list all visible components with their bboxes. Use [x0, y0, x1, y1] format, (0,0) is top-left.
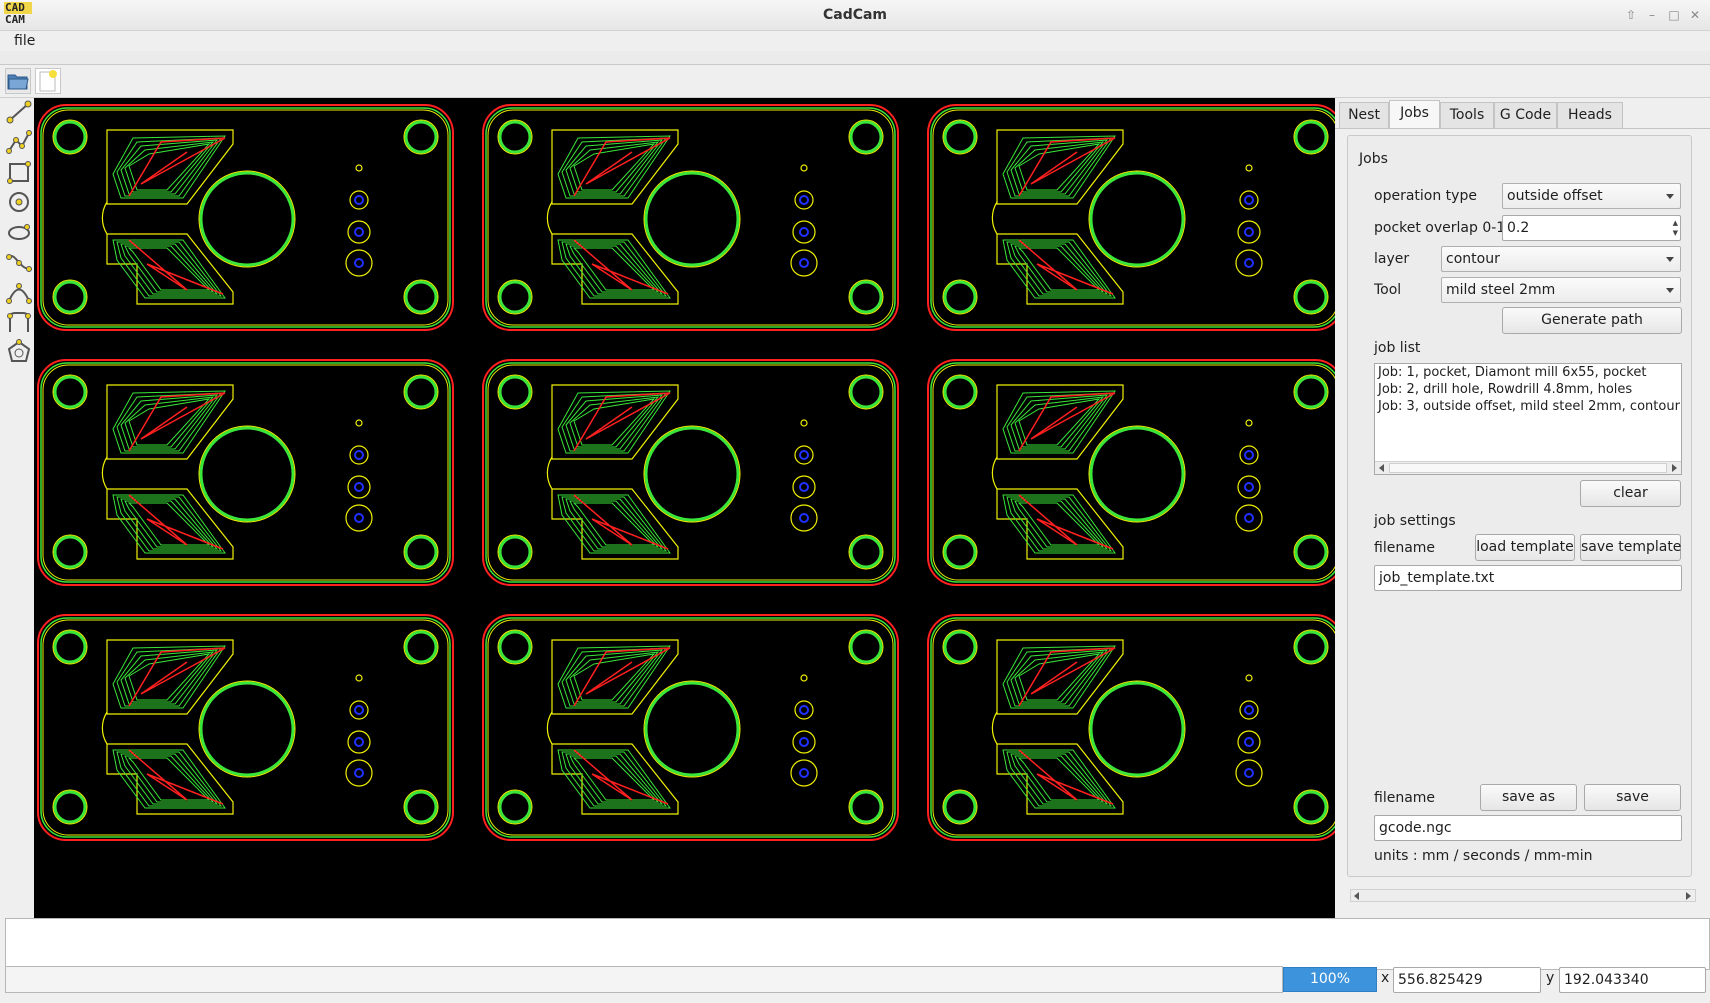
list-item[interactable]: Job: 2, drill hole, Rowdrill 4.8mm, hole…	[1375, 381, 1681, 398]
cad-part[interactable]	[927, 614, 1335, 841]
drawing-area[interactable]	[34, 98, 1335, 918]
save-as-button[interactable]: save as	[1480, 784, 1577, 811]
job-settings-label: job settings	[1374, 513, 1456, 529]
jobs-group-title: Jobs	[1359, 151, 1388, 167]
panel-scrollbar[interactable]	[1350, 889, 1696, 902]
y-coordinate-label: y	[1546, 970, 1555, 986]
generate-path-button[interactable]: Generate path	[1502, 307, 1682, 334]
cad-part[interactable]	[37, 614, 454, 841]
fillet-tool-icon[interactable]	[5, 308, 34, 336]
zoom-progress: 100%	[1283, 967, 1377, 992]
x-coordinate-label: x	[1381, 970, 1390, 986]
scroll-left-icon[interactable]	[1354, 892, 1359, 900]
tab-tools[interactable]: Tools	[1440, 102, 1494, 128]
chevron-down-icon	[1666, 288, 1674, 293]
template-filename-input[interactable]: job_template.txt	[1374, 565, 1682, 591]
cad-part[interactable]	[482, 104, 899, 331]
layer-select[interactable]: contour	[1441, 246, 1681, 272]
chevron-down-icon	[1666, 194, 1674, 199]
job-list[interactable]: Job: 1, pocket, Diamont mill 6x55, pocke…	[1374, 363, 1682, 475]
job-list-label: job list	[1374, 340, 1421, 356]
operation-type-label: operation type	[1374, 188, 1477, 204]
new-file-button[interactable]	[35, 68, 61, 94]
save-template-button[interactable]: save template	[1580, 534, 1681, 561]
cad-canvas[interactable]	[34, 98, 1335, 918]
polygon-tool-icon[interactable]	[5, 338, 34, 366]
pocket-overlap-label: pocket overlap 0-1	[1374, 220, 1506, 236]
cad-part[interactable]	[927, 359, 1335, 586]
scroll-right-icon[interactable]	[1672, 464, 1677, 472]
tool-label: Tool	[1374, 282, 1402, 298]
menu-bar: file	[0, 31, 1710, 51]
rectangle-tool-icon[interactable]	[5, 158, 34, 186]
close-icon[interactable]: ✕	[1686, 6, 1704, 24]
settings-filename-label: filename	[1374, 540, 1436, 556]
spline-tool-icon[interactable]	[5, 278, 34, 306]
x-coordinate-field[interactable]: 556.825429	[1393, 967, 1541, 993]
spin-arrows-icon[interactable]: ▲ ▼	[1673, 218, 1678, 238]
output-filename-input[interactable]: gcode.ngc	[1374, 815, 1682, 841]
tab-nest[interactable]: Nest	[1339, 102, 1389, 128]
circle-tool-icon[interactable]	[5, 188, 34, 216]
line-tool-icon[interactable]	[5, 98, 34, 126]
clear-button[interactable]: clear	[1580, 480, 1681, 507]
console-output[interactable]	[5, 918, 1710, 970]
scroll-left-icon[interactable]	[1379, 464, 1384, 472]
save-button[interactable]: save	[1584, 784, 1681, 811]
layer-label: layer	[1374, 251, 1410, 267]
pocket-overlap-spinbox[interactable]: 0.2 ▲ ▼	[1502, 215, 1681, 241]
minimize-icon[interactable]: –	[1643, 6, 1661, 24]
open-folder-button[interactable]	[5, 68, 31, 94]
output-filename-label: filename	[1374, 790, 1436, 806]
y-coordinate-field[interactable]: 192.043340	[1559, 967, 1706, 993]
tab-gcode[interactable]: G Code	[1494, 102, 1557, 128]
polyline-tool-icon[interactable]	[5, 128, 34, 156]
menu-separator	[0, 51, 1710, 65]
chevron-down-icon	[1666, 257, 1674, 262]
tab-jobs[interactable]: Jobs	[1389, 100, 1440, 128]
tab-heads[interactable]: Heads	[1557, 102, 1623, 128]
bezier-tool-icon[interactable]	[5, 248, 34, 276]
ellipse-tool-icon[interactable]	[5, 218, 34, 246]
tool-palette	[5, 98, 34, 918]
units-label: units : mm / seconds / mm-min	[1374, 848, 1593, 864]
cad-part[interactable]	[482, 359, 899, 586]
scroll-right-icon[interactable]	[1686, 892, 1691, 900]
cad-part[interactable]	[37, 359, 454, 586]
cad-part[interactable]	[927, 104, 1335, 331]
maximize-icon[interactable]: □	[1665, 6, 1683, 24]
window-up-icon[interactable]: ⇧	[1622, 6, 1640, 24]
tool-select[interactable]: mild steel 2mm	[1441, 277, 1681, 303]
list-item[interactable]: Job: 1, pocket, Diamont mill 6x55, pocke…	[1375, 364, 1681, 381]
menu-file[interactable]: file	[14, 31, 35, 51]
load-template-button[interactable]: load template	[1475, 534, 1575, 561]
new-file-icon	[39, 70, 57, 92]
open-folder-icon	[7, 74, 29, 90]
list-item[interactable]: Job: 3, outside offset, mild steel 2mm, …	[1375, 398, 1681, 415]
scroll-thumb[interactable]	[1389, 463, 1667, 473]
operation-type-select[interactable]: outside offset	[1502, 183, 1681, 209]
cad-part[interactable]	[37, 104, 454, 331]
toolbar	[0, 66, 1710, 98]
status-message	[5, 966, 1283, 993]
title-bar: CAD CAM CadCam ⇧ – □ ✕	[0, 0, 1710, 31]
window-title: CadCam	[822, 7, 888, 23]
job-list-scrollbar[interactable]	[1375, 461, 1681, 474]
cad-part[interactable]	[482, 614, 899, 841]
